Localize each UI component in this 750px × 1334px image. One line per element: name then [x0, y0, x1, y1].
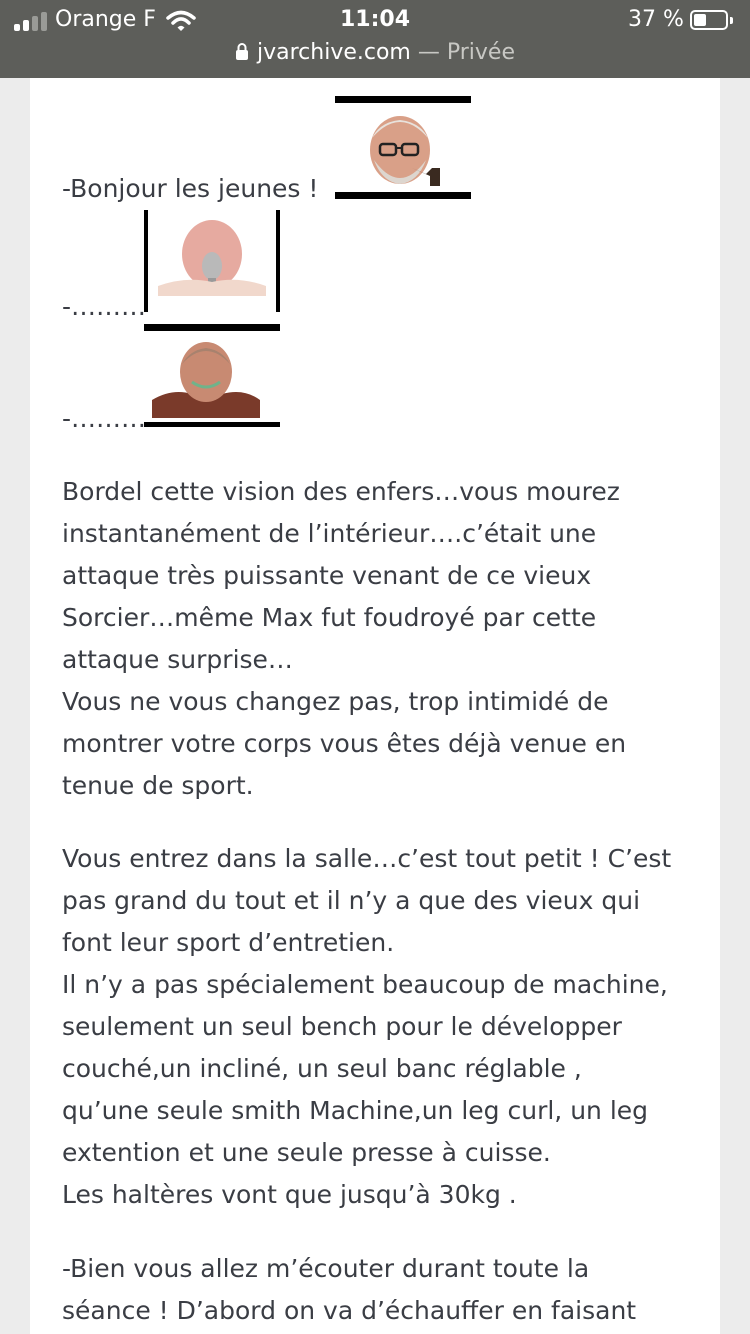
sticker-frame-right	[276, 210, 280, 312]
paragraph-1: Bordel cette vision des enfers…vous mour…	[62, 471, 702, 807]
text-line: Les haltères vont que jusqu’à 30kg .	[62, 1180, 517, 1209]
url-domain: jvarchive.com	[257, 40, 411, 65]
old-man-pipe-sticker	[370, 116, 440, 186]
sticker-frame-bottom-2	[144, 324, 280, 331]
text-line: Il n’y a pas spécialement beaucoup de ma…	[62, 970, 668, 999]
text-line: pas grand du tout et il n’y a que des vi…	[62, 886, 641, 915]
text-line: instantanément de l’intérieur….c’était u…	[62, 519, 597, 548]
text-line: seulement un seul bench pour le développ…	[62, 1012, 622, 1041]
battery-percentage: 37 %	[628, 7, 684, 32]
text-line: couché,un incliné, un seul banc réglable…	[62, 1054, 582, 1083]
paragraph-3: -Bien vous allez m’écouter durant toute …	[62, 1248, 702, 1332]
sticker-frame-bottom	[335, 192, 471, 199]
bald-man-mic-sticker	[158, 220, 266, 296]
sticker-frame-left	[144, 210, 148, 312]
text-line: Vous ne vous changez pas, trop intimidé …	[62, 687, 609, 716]
battery-icon	[690, 10, 733, 30]
browser-top-bar: Orange F 11:04 37 % jvarchive.com — Priv…	[0, 0, 750, 78]
text-line: extention et une seule presse à cuisse.	[62, 1138, 551, 1167]
text-line: tenue de sport.	[62, 771, 254, 800]
sticker-frame-bottom-3	[144, 422, 280, 427]
text-line: font leur sport d’entretien.	[62, 928, 395, 957]
private-mode-label: — Privée	[417, 40, 515, 65]
url-bar[interactable]: jvarchive.com — Privée	[0, 40, 750, 65]
text-line: montrer votre corps vous êtes déjà venue…	[62, 729, 627, 758]
lock-icon	[236, 43, 248, 60]
text-line: -Bien vous allez m’écouter durant toute …	[62, 1254, 590, 1283]
text-line: séance ! D’abord on va d’échauffer en fa…	[62, 1296, 637, 1325]
paragraph-2: Vous entrez dans la salle…c’est tout pet…	[62, 838, 702, 1216]
text-line: Bordel cette vision des enfers…vous mour…	[62, 477, 620, 506]
status-bar: Orange F 11:04 37 %	[0, 0, 750, 42]
post-body: -Bonjour les jeunes ! -……… -……… Bordel c…	[30, 78, 720, 1334]
text-line: attaque très puissante venant de ce vieu…	[62, 561, 592, 590]
text-line: attaque surprise…	[62, 645, 293, 674]
text-line: qu’une seule smith Machine,un leg curl, …	[62, 1096, 649, 1125]
sticker-frame-top	[335, 96, 471, 103]
text-line: Sorcier…même Max fut foudroyé par cette	[62, 603, 597, 632]
text-line: Vous entrez dans la salle…c’est tout pet…	[62, 844, 672, 873]
old-man-sweater-sticker	[152, 342, 260, 418]
